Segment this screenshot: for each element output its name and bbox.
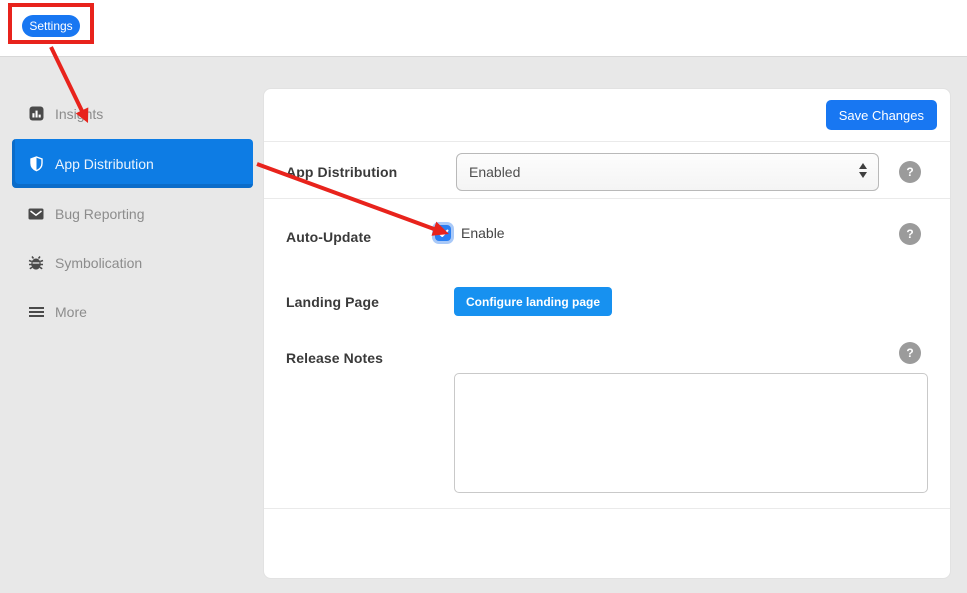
sidebar-item-more[interactable]: More [12,287,253,336]
bar-chart-icon [28,106,44,122]
row-label: Auto-Update [286,229,371,245]
sidebar-item-label: App Distribution [55,156,154,172]
settings-annotation-box: Settings [8,3,94,44]
row-auto-update: Auto-Update Enable ? [264,199,950,269]
row-label: Landing Page [286,294,379,310]
envelope-icon [28,206,44,222]
settings-button[interactable]: Settings [22,15,80,37]
configure-landing-page-button[interactable]: Configure landing page [454,287,612,316]
save-changes-button[interactable]: Save Changes [826,100,937,130]
release-notes-textarea[interactable] [454,373,928,493]
help-icon[interactable]: ? [899,223,921,245]
sidebar-item-label: Symbolication [55,255,142,271]
top-bar: Settings [0,0,967,56]
help-icon[interactable]: ? [899,342,921,364]
sidebar-item-symbolication[interactable]: Symbolication [12,238,253,287]
sidebar-item-insights[interactable]: Insights [12,89,253,138]
settings-panel: Save Changes App Distribution Enabled ? … [263,88,951,579]
checkmark-icon [438,229,449,238]
sidebar-item-label: More [55,304,87,320]
help-icon[interactable]: ? [899,161,921,183]
row-release-notes: Release Notes ? [264,331,950,509]
select-stepper-icon [859,163,867,178]
sidebar-item-label: Bug Reporting [55,206,145,222]
panel-footer [264,509,950,579]
row-label: App Distribution [286,164,397,180]
auto-update-checkbox[interactable] [435,225,451,241]
app-distribution-select[interactable]: Enabled [456,153,879,191]
sidebar-item-app-distribution[interactable]: App Distribution [12,139,253,188]
select-value: Enabled [469,164,520,180]
menu-icon [28,304,44,320]
panel-header: Save Changes [264,89,950,142]
shield-icon [28,156,44,172]
auto-update-checkbox-group: Enable [435,225,505,241]
sidebar-item-bug-reporting[interactable]: Bug Reporting [12,189,253,238]
row-label: Release Notes [286,350,383,366]
checkbox-label: Enable [461,225,505,241]
row-app-distribution: App Distribution Enabled ? [264,142,950,199]
row-landing-page: Landing Page Configure landing page [264,269,950,331]
bug-icon [28,255,44,271]
sidebar-item-label: Insights [55,106,103,122]
